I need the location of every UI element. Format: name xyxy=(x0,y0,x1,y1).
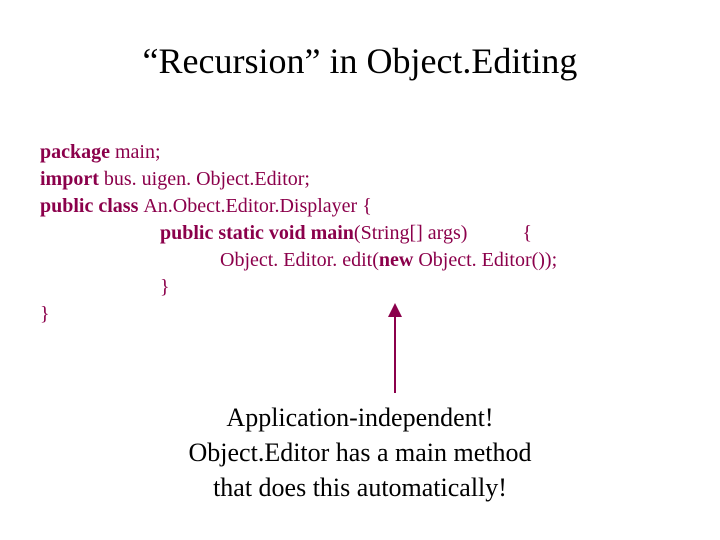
code-line-5: Object. Editor. edit(new Object. Editor(… xyxy=(40,247,557,274)
keyword-import: import xyxy=(40,168,104,190)
keyword-public-class: public class xyxy=(40,195,143,217)
code-line-7: } xyxy=(40,303,50,325)
code-text: An.Obect.Editor.Displayer { xyxy=(143,195,371,217)
keyword-package: package xyxy=(40,141,115,163)
caption-line-1: Application-independent! xyxy=(0,400,720,435)
caption-line-3: that does this automatically! xyxy=(0,470,720,505)
code-block: package main; import bus. uigen. Object.… xyxy=(40,112,680,328)
code-line-1: package main; xyxy=(40,141,161,163)
code-text: (String[] args) xyxy=(354,222,468,244)
keyword-new: new xyxy=(379,249,418,271)
caption-line-2: Object.Editor has a main method xyxy=(0,435,720,470)
caption-block: Application-independent! Object.Editor h… xyxy=(0,400,720,505)
code-line-3: public class An.Obect.Editor.Displayer { xyxy=(40,195,372,217)
code-text: bus. uigen. Object.Editor; xyxy=(104,168,310,190)
code-line-2: import bus. uigen. Object.Editor; xyxy=(40,168,310,190)
code-text: { xyxy=(522,222,532,244)
slide-title: “Recursion” in Object.Editing xyxy=(40,40,680,82)
code-text: main; xyxy=(115,141,161,163)
code-text: Object. Editor()); xyxy=(418,249,557,271)
code-line-4: public static void main(String[] args) { xyxy=(40,220,532,247)
slide: “Recursion” in Object.Editing package ma… xyxy=(0,0,720,540)
code-text: Object. Editor. edit( xyxy=(220,249,379,271)
keyword-public-static-void-main: public static void main xyxy=(160,222,354,244)
code-line-6: } xyxy=(40,274,170,301)
